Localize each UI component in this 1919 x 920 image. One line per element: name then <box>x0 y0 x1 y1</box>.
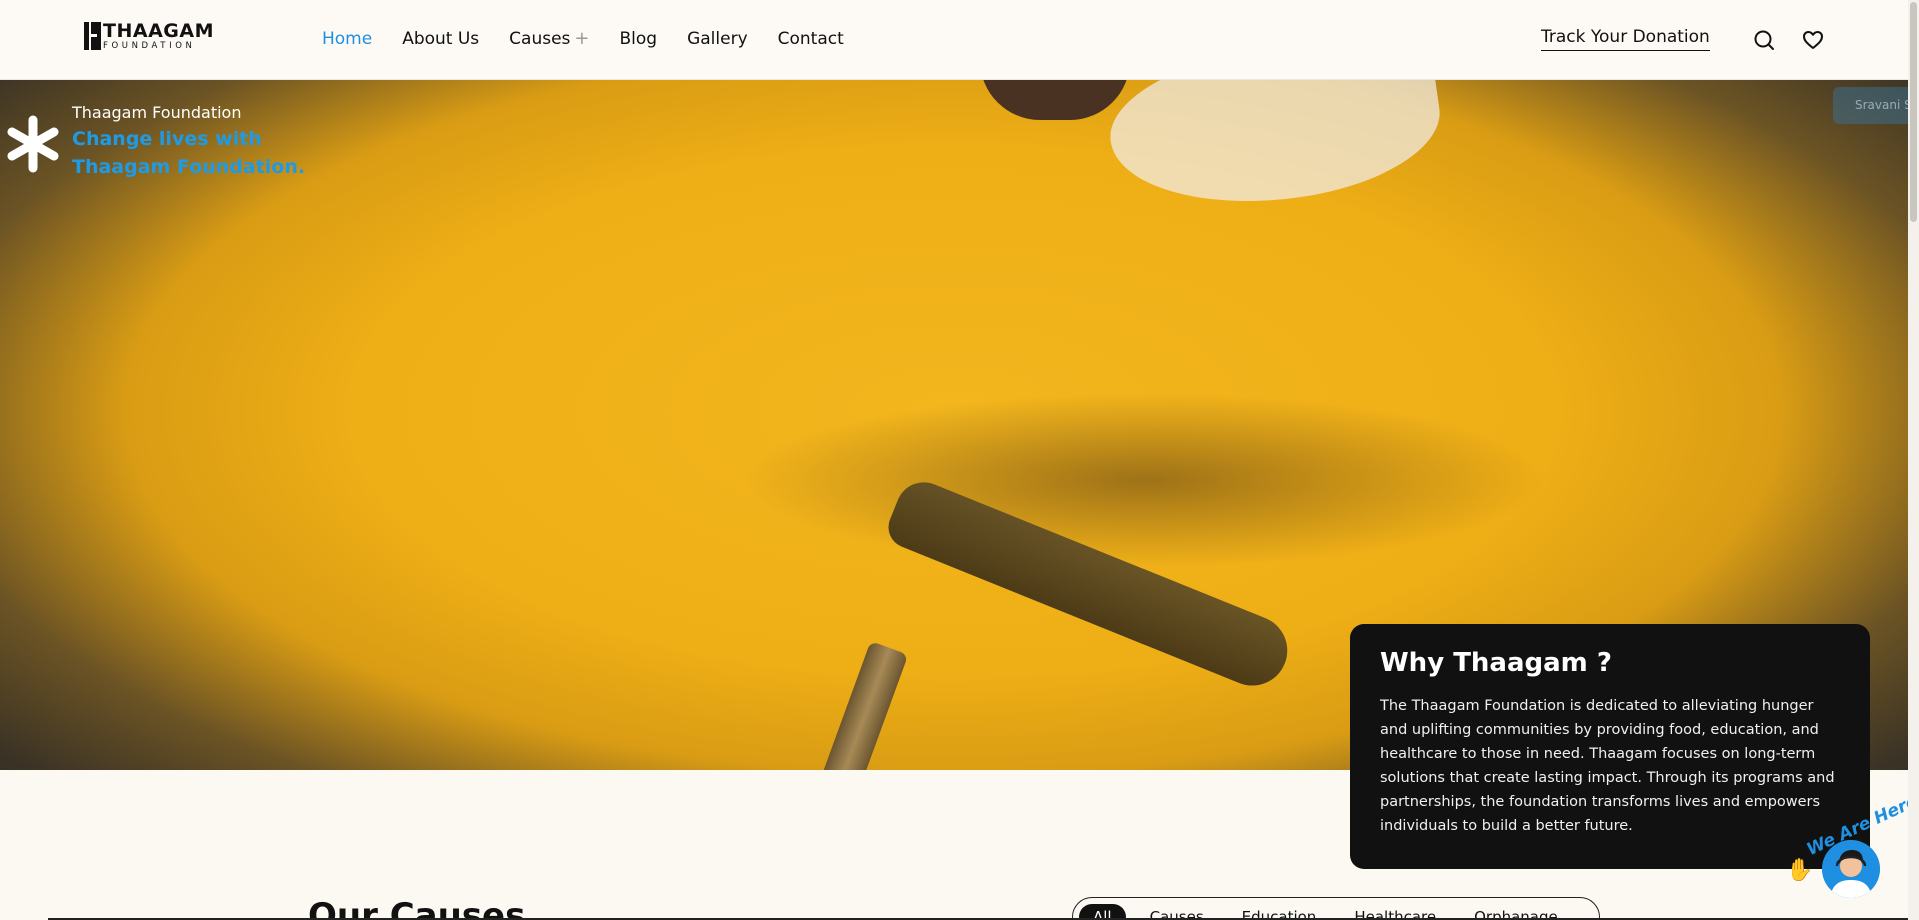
nav-causes[interactable]: Causes + <box>509 28 589 49</box>
logo-mark-icon <box>84 22 101 51</box>
support-avatar-icon[interactable] <box>1822 840 1880 898</box>
site-header: THAAGAM FOUNDATION Home About Us Causes +… <box>0 0 1908 80</box>
hero-side-pill[interactable]: Sravani S <box>1833 87 1908 124</box>
plus-icon: + <box>574 28 590 49</box>
nav-home[interactable]: Home <box>322 29 372 49</box>
logo-subtitle: FOUNDATION <box>103 41 196 51</box>
track-donation-link[interactable]: Track Your Donation <box>1541 27 1710 51</box>
logo-title: THAAGAM <box>103 20 214 42</box>
our-causes-heading: Our Causes <box>308 896 526 920</box>
hero-image-hand <box>980 80 1130 120</box>
nav-about-us[interactable]: About Us <box>402 29 479 49</box>
hero-image-packet <box>1101 80 1449 223</box>
nav-causes-label: Causes <box>509 29 571 49</box>
main-nav: Home About Us Causes + Blog Gallery Conta… <box>322 28 874 49</box>
hero-tagline: Change lives with Thaagam Foundation. <box>72 128 306 178</box>
search-icon[interactable] <box>1752 28 1776 52</box>
heart-icon[interactable] <box>1801 28 1825 52</box>
logo[interactable]: THAAGAM FOUNDATION <box>84 22 214 51</box>
nav-contact[interactable]: Contact <box>778 29 844 49</box>
page-scrollbar[interactable] <box>1908 0 1919 920</box>
chat-widget[interactable]: We Are Here! ✋ <box>1786 788 1919 906</box>
asterisk-icon <box>3 114 63 174</box>
hero-image-spatula <box>882 473 1298 697</box>
cause-filter-tabs: All Causes Education Healthcare Orphanag… <box>1072 897 1600 920</box>
hero-org-name: Thaagam Foundation <box>72 103 242 122</box>
why-text: The Thaagam Foundation is dedicated to a… <box>1380 698 1835 834</box>
hero-image-handle <box>781 640 909 770</box>
waving-hand-icon: ✋ <box>1786 858 1814 883</box>
nav-gallery[interactable]: Gallery <box>687 29 748 49</box>
nav-blog[interactable]: Blog <box>620 29 658 49</box>
why-title: Why Thaagam ? <box>1380 648 1612 678</box>
scrollbar-thumb[interactable] <box>1910 2 1917 222</box>
